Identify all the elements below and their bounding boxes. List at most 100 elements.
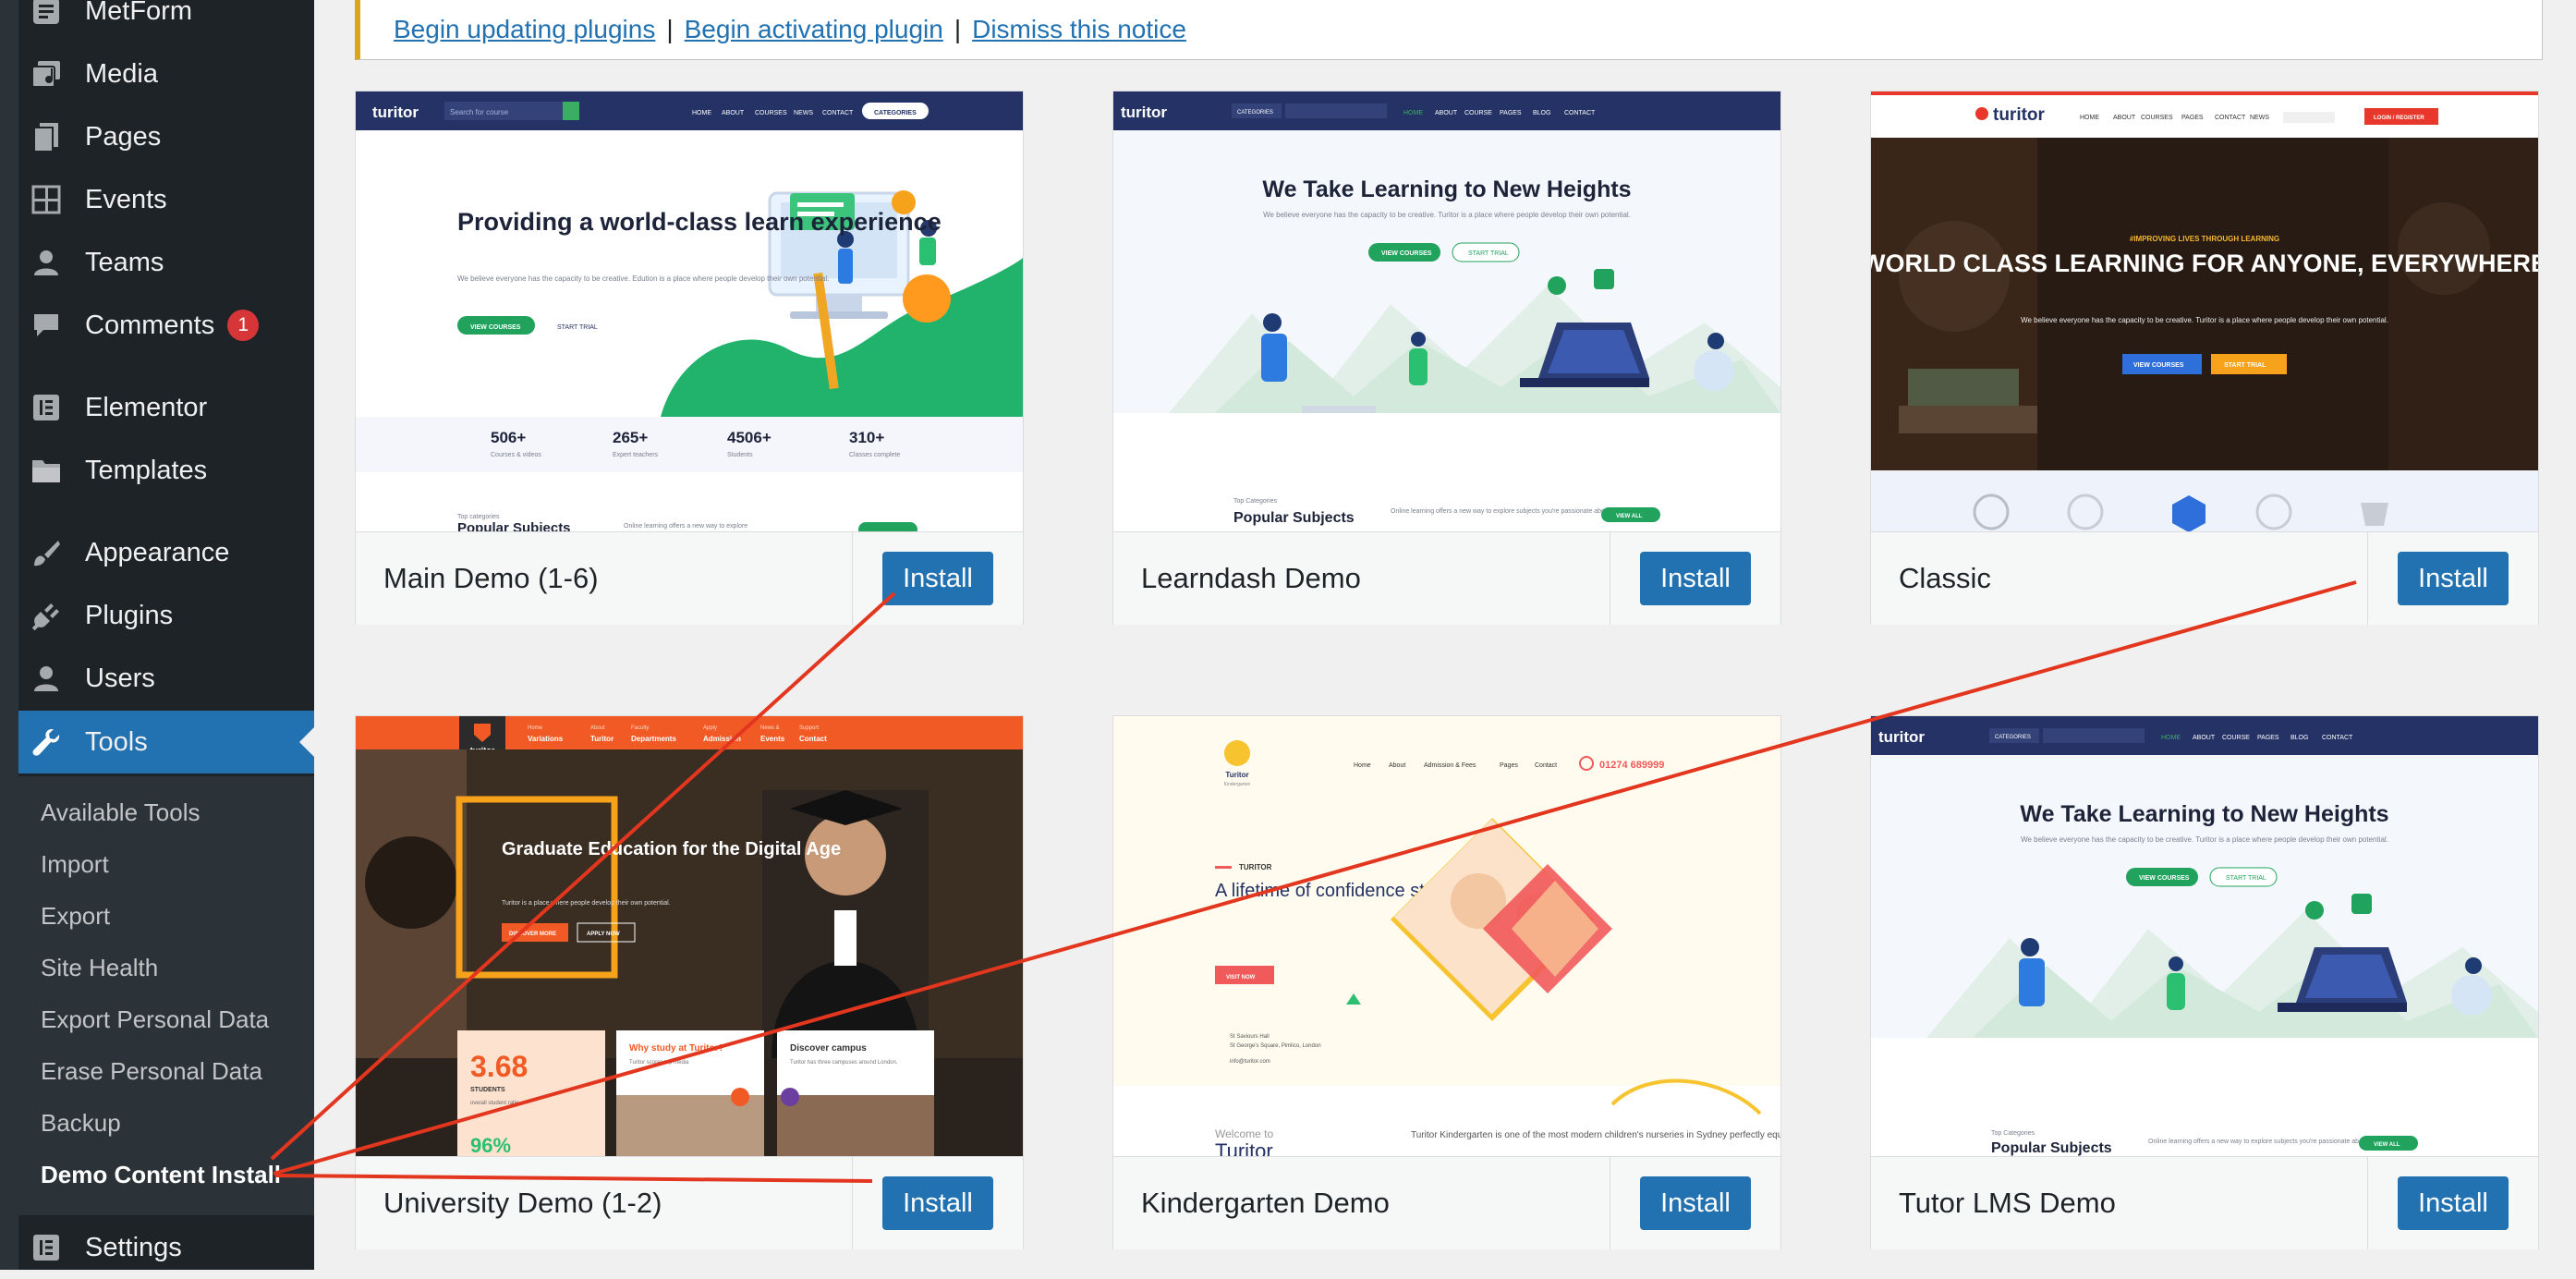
preview-stat-num: 506+ <box>491 429 526 446</box>
install-button[interactable]: Install <box>2398 552 2509 605</box>
demo-preview-learndash: turitor CATEGORIES HOME ABOUT COURSE PAG… <box>1113 91 1780 531</box>
sidebar-item-appearance[interactable]: Appearance <box>18 521 314 584</box>
admin-sidebar: MetForm Media Pages Events Teams Comment… <box>0 0 314 1270</box>
preview-nav-2: COURSE <box>1464 110 1492 116</box>
preview-nav-s: Events <box>760 735 785 743</box>
demo-card-tutor-lms: turitor CATEGORIES HOME ABOUT COURSE PAG… <box>1870 715 2539 1249</box>
preview-phone: 01274 689999 <box>1599 760 1664 771</box>
submenu-available-tools[interactable]: Available Tools <box>41 798 200 827</box>
demo-card-footer: Tutor LMS Demo Install <box>1871 1156 2538 1249</box>
preview-nav-3: PAGES <box>1500 110 1522 116</box>
sidebar-item-label: Tools <box>85 726 148 757</box>
preview-btn1: DISCOVER MORE <box>509 932 556 937</box>
submenu-export[interactable]: Export <box>41 902 110 931</box>
preview-categories: CATEGORIES <box>1237 110 1273 116</box>
preview-btn2: START TRIAL <box>1468 250 1509 257</box>
sidebar-item-label: Comments <box>85 310 215 340</box>
sidebar-item-events[interactable]: Events <box>18 168 314 231</box>
university-demo-screenshot: turitor UNIVERSITY Home Variations About… <box>356 716 1023 1156</box>
users-icon <box>18 664 74 693</box>
demo-card-learndash: turitor CATEGORIES HOME ABOUT COURSE PAG… <box>1112 91 1781 625</box>
preview-stat-text: overall student ratio <box>470 1101 519 1106</box>
plug-icon <box>18 601 74 630</box>
sidebar-item-teams[interactable]: Teams <box>18 231 314 294</box>
preview-subhead: Top Categories <box>1991 1130 2035 1137</box>
preview-nav-2: COURSES <box>755 110 787 116</box>
demo-title: University Demo (1-2) <box>383 1187 662 1219</box>
submenu-backup[interactable]: Backup <box>41 1109 121 1138</box>
demo-card-footer: Learndash Demo Install <box>1113 531 1780 625</box>
submenu-demo-content-install[interactable]: Demo Content Install <box>41 1161 281 1189</box>
install-button[interactable]: Install <box>882 552 993 605</box>
tools-submenu: Available Tools Import Export Site Healt… <box>18 776 314 1215</box>
begin-activating-plugin-link[interactable]: Begin activating plugin <box>685 15 943 44</box>
sidebar-item-metform[interactable]: MetForm <box>18 0 314 43</box>
sidebar-item-label: Events <box>85 184 167 214</box>
submenu-export-personal-data[interactable]: Export Personal Data <box>41 1005 269 1034</box>
demo-title: Tutor LMS Demo <box>1899 1187 2116 1219</box>
demo-card-university: turitor UNIVERSITY Home Variations About… <box>355 715 1024 1249</box>
sidebar-item-templates[interactable]: Templates <box>18 439 314 502</box>
preview-nav-3: PAGES <box>2181 115 2204 121</box>
sidebar-item-comments[interactable]: Comments 1 <box>18 294 314 357</box>
submenu-erase-personal-data[interactable]: Erase Personal Data <box>41 1057 262 1086</box>
sidebar-item-label: Elementor <box>85 392 208 422</box>
preview-nav-1: ABOUT <box>2193 735 2216 741</box>
preview-brand: turitor <box>1993 105 2046 125</box>
preview-nav-t: About <box>590 725 605 731</box>
preview-welcome: Welcome to <box>1215 1127 1273 1140</box>
preview-note: Online learning offers a new way to expl… <box>624 523 747 530</box>
sidebar-item-label: Users <box>85 663 155 693</box>
install-button[interactable]: Install <box>1640 1176 1751 1230</box>
preview-stat-num: 4506+ <box>727 429 772 446</box>
preview-nav-0: HOME <box>2161 735 2181 741</box>
preview-nav-5: NEWS <box>2250 115 2269 121</box>
preview-card1-text: Turitor scores top media <box>629 1060 689 1066</box>
events-icon <box>18 185 74 214</box>
sidebar-item-tools[interactable]: Tools <box>18 711 314 773</box>
preview-nav-4: BLOG <box>1533 110 1550 116</box>
preview-subtitle: Popular Subjects <box>1991 1140 2112 1156</box>
sidebar-item-label: Settings <box>85 1232 182 1262</box>
preview-subhead: Top Categories <box>1233 498 1278 505</box>
install-button[interactable]: Install <box>882 1176 993 1230</box>
preview-address1: St Saviours Hall <box>1230 1034 1270 1040</box>
begin-updating-plugins-link[interactable]: Begin updating plugins <box>394 15 655 44</box>
preview-nav-s: Departments <box>631 735 676 743</box>
sidebar-item-pages[interactable]: Pages <box>18 105 314 168</box>
preview-btn1: VIEW COURSES <box>470 324 521 331</box>
submenu-site-health[interactable]: Site Health <box>41 954 158 982</box>
preview-brand: turitor <box>1121 104 1167 121</box>
submenu-import[interactable]: Import <box>41 850 109 879</box>
folder-icon <box>18 457 74 484</box>
dismiss-notice-link[interactable]: Dismiss this notice <box>972 15 1186 44</box>
demo-actions: Install <box>852 1157 1023 1249</box>
preview-brand: Turitor <box>1225 771 1248 779</box>
preview-nav-3: NEWS <box>794 110 813 116</box>
preview-email: info@turitor.com <box>1230 1059 1270 1065</box>
preview-stat-num: 265+ <box>613 429 648 446</box>
preview-nav-2: COURSES <box>2141 115 2173 121</box>
preview-card2: Discover campus <box>790 1043 867 1054</box>
preview-stat: 3.68 <box>470 1050 528 1083</box>
install-button[interactable]: Install <box>1640 552 1751 605</box>
classic-demo-screenshot: turitor HOME ABOUT COURSES PAGES CONTACT… <box>1871 91 2538 531</box>
preview-stat-label: Courses & videos <box>491 452 541 458</box>
preview-login: LOGIN / REGISTER <box>2374 116 2424 121</box>
teams-icon <box>18 248 74 277</box>
preview-brand: turitor <box>1878 728 1925 746</box>
preview-btn1: VIEW COURSES <box>2139 875 2190 882</box>
install-button[interactable]: Install <box>2398 1176 2509 1230</box>
preview-brand: turitor <box>372 104 419 121</box>
sidebar-item-media[interactable]: Media <box>18 43 314 105</box>
media-icon <box>18 59 74 89</box>
demo-title: Classic <box>1899 562 1991 594</box>
sidebar-item-elementor[interactable]: Elementor <box>18 376 314 439</box>
preview-btn1: VIEW COURSES <box>2133 362 2184 369</box>
sidebar-item-label: MetForm <box>85 0 192 26</box>
preview-nav-3: PAGES <box>2257 735 2279 741</box>
plugin-notice: Begin updating plugins | Begin activatin… <box>355 0 2543 60</box>
sidebar-item-users[interactable]: Users <box>18 647 314 710</box>
preview-nav-t: Support <box>799 725 819 731</box>
sidebar-item-plugins[interactable]: Plugins <box>18 584 314 647</box>
